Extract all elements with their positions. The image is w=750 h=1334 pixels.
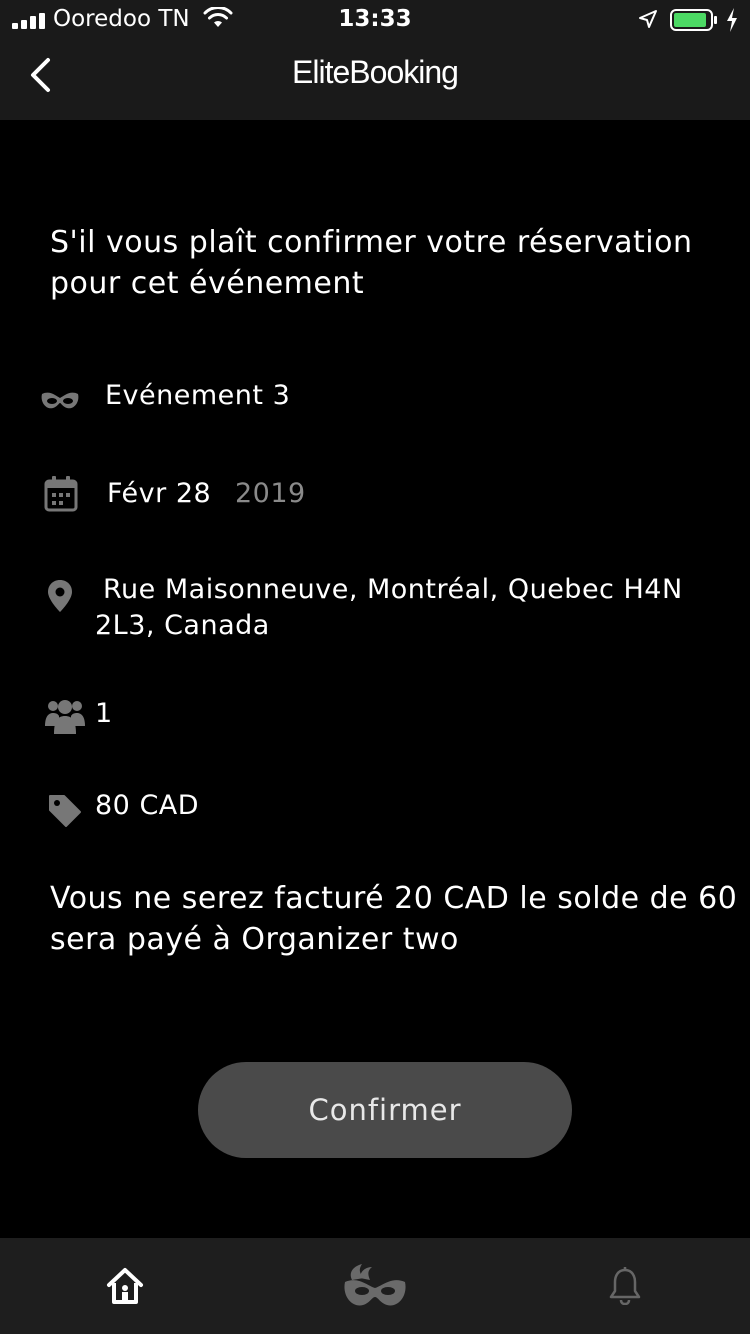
tab-notifications[interactable] bbox=[500, 1238, 750, 1334]
home-icon bbox=[107, 1268, 143, 1304]
event-name: Evénement 3 bbox=[105, 380, 291, 411]
event-date-day: Févr 28 bbox=[107, 478, 212, 509]
tab-home[interactable] bbox=[0, 1238, 250, 1334]
booking-confirmation-screen: Ooredoo TN 13:33 EliteBooking S'il vous … bbox=[0, 0, 750, 1334]
charging-bolt-icon bbox=[727, 8, 737, 32]
confirmation-heading: S'il vous plaît confirmer votre réservat… bbox=[50, 225, 693, 301]
guest-count: 1 bbox=[95, 698, 113, 729]
date-row: Févr 28 2019 bbox=[0, 474, 750, 514]
event-row: Evénement 3 bbox=[0, 378, 750, 418]
guests-row: 1 bbox=[0, 696, 750, 736]
location-pin-icon bbox=[48, 580, 72, 612]
navigation-bar: EliteBooking bbox=[0, 40, 750, 120]
price-amount: 80 CAD bbox=[95, 790, 200, 821]
payment-notice: Vous ne serez facturé 20 CAD le solde de… bbox=[50, 881, 738, 957]
tab-events[interactable] bbox=[250, 1238, 500, 1334]
address-row: Rue Maisonneuve, Montréal, Quebec H4N 2L… bbox=[0, 572, 750, 652]
calendar-icon bbox=[44, 476, 78, 512]
mask-icon bbox=[344, 1264, 406, 1306]
app-logo: EliteBooking bbox=[292, 54, 459, 90]
price-row: 80 CAD bbox=[0, 788, 750, 828]
battery-icon bbox=[670, 9, 717, 31]
group-icon bbox=[45, 700, 85, 734]
confirm-button[interactable]: Confirmer bbox=[198, 1062, 572, 1158]
header-area: Ooredoo TN 13:33 EliteBooking bbox=[0, 0, 750, 120]
bell-icon bbox=[609, 1267, 641, 1305]
address-line-1: Rue Maisonneuve, Montréal, Quebec H4N bbox=[103, 574, 683, 605]
bottom-tab-bar bbox=[0, 1238, 750, 1334]
mask-icon bbox=[41, 392, 79, 409]
status-bar: Ooredoo TN 13:33 bbox=[0, 0, 750, 40]
location-arrow-icon bbox=[639, 10, 657, 28]
address-line-2: 2L3, Canada bbox=[95, 610, 270, 641]
price-tag-icon bbox=[49, 795, 81, 827]
event-date-year: 2019 bbox=[235, 478, 306, 509]
